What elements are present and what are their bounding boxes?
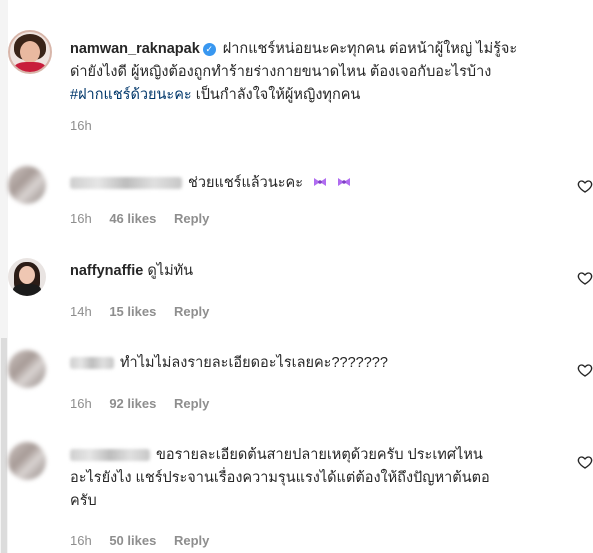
scrollbar-thumb[interactable] [1, 338, 7, 553]
comment-text: ขอรายละเอียดต้นสายปลายเหตุด้วยครับ ประเท… [70, 444, 560, 513]
avatar[interactable] [8, 258, 46, 296]
comment-likes[interactable]: 92 likes [109, 396, 156, 411]
reply-button[interactable]: Reply [174, 533, 209, 548]
comment-time[interactable]: 16h [70, 533, 92, 548]
comment-likes[interactable]: 50 likes [109, 533, 156, 548]
bow-ribbon-emoji [314, 178, 327, 186]
comment-body: ช่วยแชร์แล้วนะคะ [188, 175, 304, 191]
avatar[interactable] [8, 166, 46, 204]
comment-body-line-3: ครับ [70, 493, 97, 509]
reply-button[interactable]: Reply [174, 396, 209, 411]
heart-outline-icon[interactable] [577, 178, 593, 194]
post-timestamp[interactable]: 16h [70, 118, 92, 133]
bow-ribbon-emoji [338, 178, 351, 186]
heart-outline-icon[interactable] [577, 270, 593, 286]
scrollbar-track[interactable] [0, 0, 8, 553]
verified-badge-icon: ✓ [202, 43, 216, 56]
avatar[interactable] [8, 442, 46, 480]
comment-username[interactable]: naffynaffie [70, 263, 143, 279]
comment-body-line-1: ขอรายละเอียดต้นสายปลายเหตุด้วยครับ ประเท… [156, 447, 483, 463]
caption-line-1: ฝากแชร์หน่อยนะคะทุกคน ต่อหน้าผู้ใหญ่ ไม่… [222, 41, 518, 57]
comment-meta: 16h 46 likes Reply [70, 211, 223, 226]
comment-body: ดูไม่ทัน [147, 263, 194, 279]
post-username[interactable]: namwan_raknapak [70, 41, 200, 57]
comment-time[interactable]: 16h [70, 396, 92, 411]
comment-likes[interactable]: 46 likes [109, 211, 156, 226]
reply-button[interactable]: Reply [174, 304, 209, 319]
caption-line-3: เป็นกำลังใจให้ผู้หญิงทุกคน [195, 87, 361, 103]
comment-text: naffynaffie ดูไม่ทัน [70, 260, 560, 283]
reply-button[interactable]: Reply [174, 211, 209, 226]
caption-text: namwan_raknapak ✓ ฝากแชร์หน่อยนะคะทุกคน ต… [70, 38, 585, 107]
comment-text: ทำไมไม่ลงรายละเอียดอะไรเลยคะ??????? [70, 352, 560, 375]
comment-username-blurred[interactable] [70, 177, 182, 190]
avatar[interactable] [8, 30, 52, 74]
comment-username-blurred[interactable] [70, 357, 114, 370]
comment-meta: 16h 50 likes Reply [70, 533, 223, 548]
comment-meta: 14h 15 likes Reply [70, 304, 223, 319]
comment-time[interactable]: 16h [70, 211, 92, 226]
heart-outline-icon[interactable] [577, 454, 593, 470]
comment-body-line-2: อะไรยังไง แชร์ประจานเรื่องความรุนแรงได้แ… [70, 470, 490, 486]
comment-text: ช่วยแชร์แล้วนะคะ [70, 172, 560, 195]
comment-likes[interactable]: 15 likes [109, 304, 156, 319]
comment-time[interactable]: 14h [70, 304, 92, 319]
comment-username-blurred[interactable] [70, 449, 150, 462]
avatar[interactable] [8, 350, 46, 388]
hashtag-link[interactable]: #ฝากแชร์ด้วยนะคะ [70, 87, 192, 103]
comment-body: ทำไมไม่ลงรายละเอียดอะไรเลยคะ??????? [120, 355, 388, 371]
caption-line-2: ด่ายังไงดี ผู้หญิงต้องถูกทำร้ายร่างกายขน… [70, 64, 492, 80]
comment-meta: 16h 92 likes Reply [70, 396, 223, 411]
heart-outline-icon[interactable] [577, 362, 593, 378]
